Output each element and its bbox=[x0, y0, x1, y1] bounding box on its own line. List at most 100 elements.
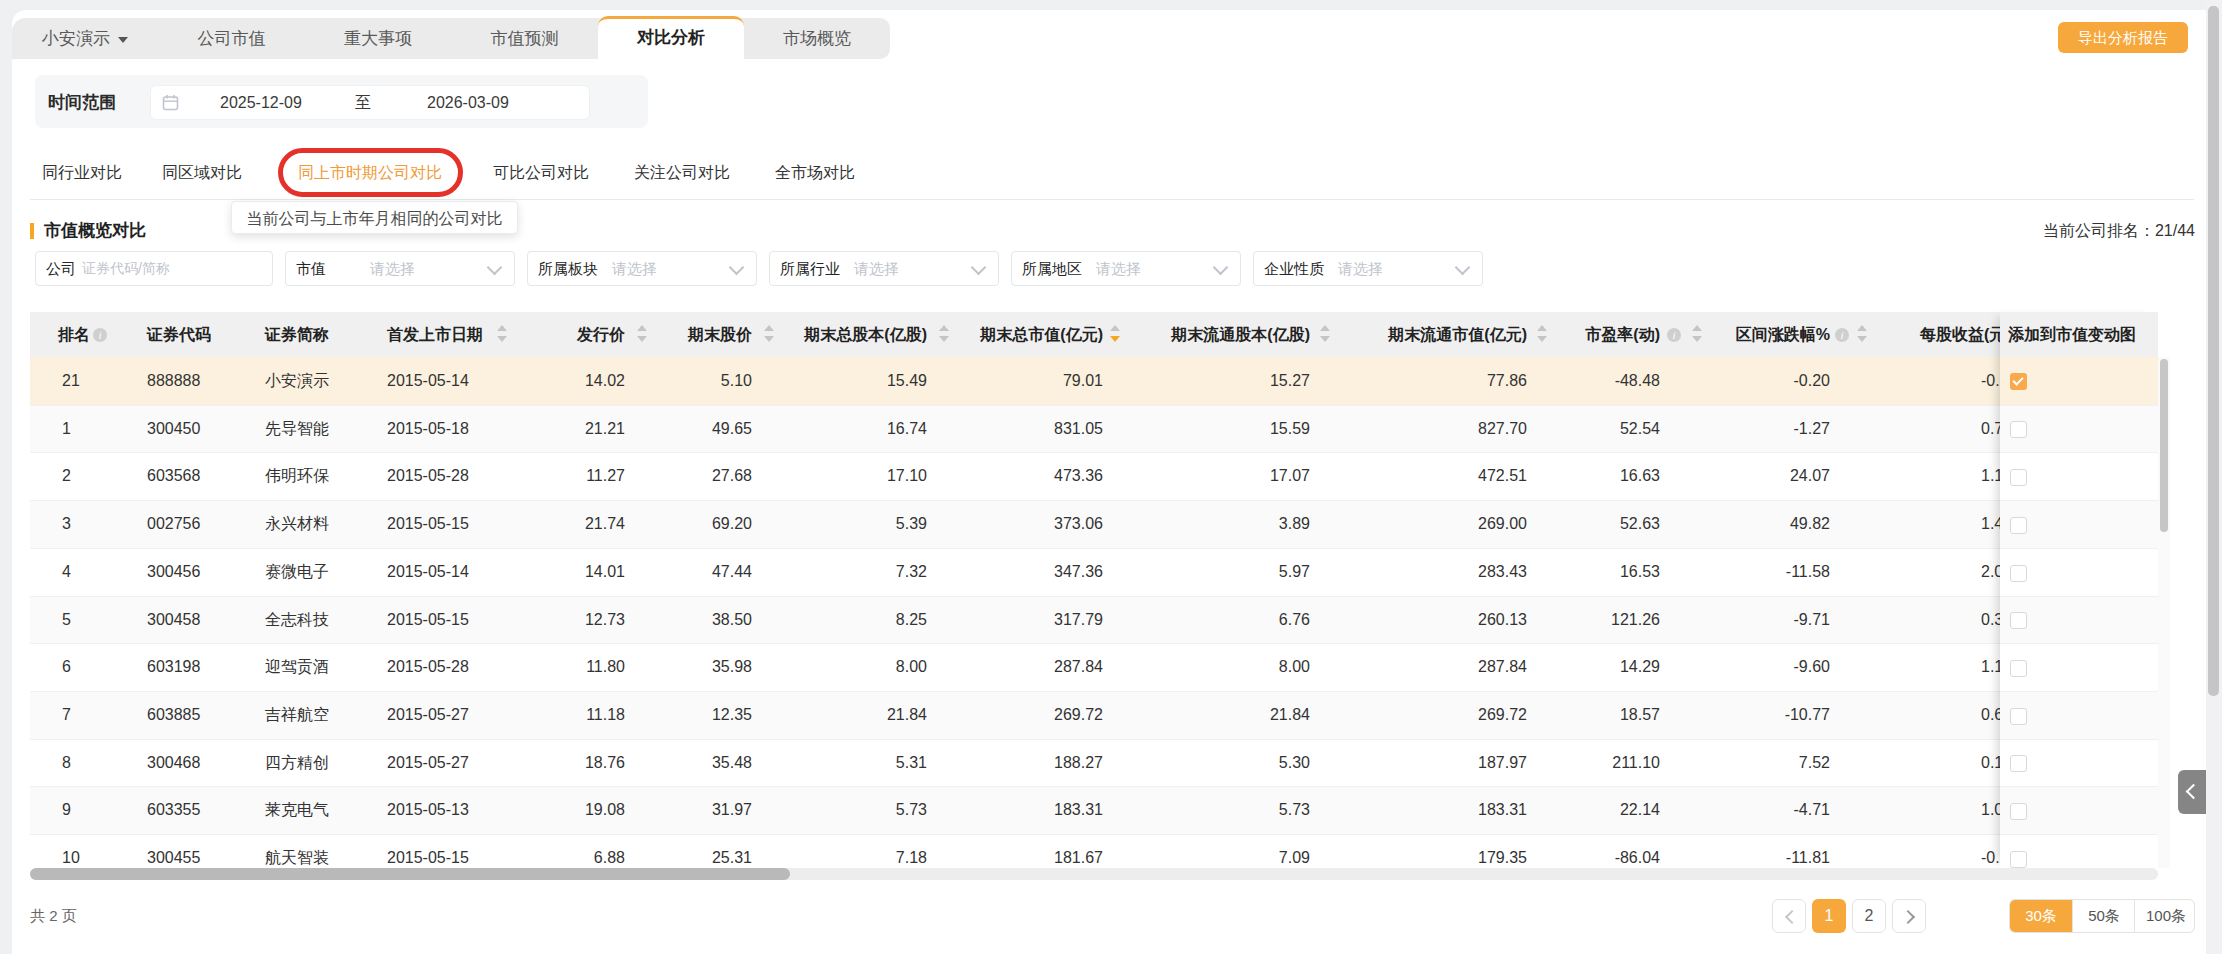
cell: 121.26 bbox=[1611, 596, 1660, 643]
comparison-analysis-page: 小安演示公司市值重大事项市值预测对比分析市场概览导出分析报告时间范围2025-1… bbox=[0, 0, 2222, 954]
cell: 0.1 bbox=[1981, 739, 2000, 786]
add-to-chart-checkbox[interactable] bbox=[2010, 708, 2027, 725]
sort-ascending-icon[interactable] bbox=[939, 325, 949, 331]
add-to-chart-checkbox[interactable] bbox=[2010, 517, 2027, 534]
fixed-cell bbox=[2000, 739, 2158, 786]
sort-descending-icon[interactable] bbox=[1537, 336, 1547, 342]
expand-panel-tab[interactable] bbox=[2178, 770, 2206, 814]
add-to-chart-checkbox[interactable] bbox=[2010, 755, 2027, 772]
cell: 5.30 bbox=[1279, 739, 1310, 786]
cell: 6 bbox=[62, 643, 71, 691]
cell: 603355 bbox=[147, 786, 200, 834]
add-to-chart-checkbox[interactable] bbox=[2010, 803, 2027, 820]
add-to-chart-checkbox-checked[interactable] bbox=[2010, 373, 2027, 390]
sort-ascending-icon[interactable] bbox=[764, 325, 774, 331]
cell: 1.1 bbox=[1981, 643, 2000, 691]
add-to-chart-checkbox[interactable] bbox=[2010, 612, 2027, 629]
fixed-cell bbox=[2000, 452, 2158, 500]
cell: -9.60 bbox=[1794, 643, 1830, 691]
fixed-column: 添加到市值变动图 bbox=[2000, 312, 2158, 868]
table-horizontal-scrollbar-thumb[interactable] bbox=[30, 868, 790, 880]
cell: 15.59 bbox=[1270, 405, 1310, 452]
fixed-cell bbox=[2000, 357, 2158, 405]
sort-descending-icon[interactable] bbox=[497, 336, 507, 342]
column-header-区间涨跌幅%[interactable]: 区间涨跌幅% bbox=[1736, 312, 1830, 357]
cell: 2.0 bbox=[1981, 548, 2000, 596]
previous-page-button[interactable] bbox=[1772, 899, 1806, 933]
cell: 269.72 bbox=[1478, 691, 1527, 739]
sort-descending-icon[interactable] bbox=[637, 336, 647, 342]
cell: 赛微电子 bbox=[265, 548, 329, 596]
add-to-chart-checkbox[interactable] bbox=[2010, 421, 2027, 438]
column-header-期末流通股本(亿股)[interactable]: 期末流通股本(亿股) bbox=[1171, 312, 1310, 357]
cell: 16.63 bbox=[1620, 452, 1660, 500]
export-report-button[interactable]: 导出分析报告 bbox=[2058, 22, 2188, 53]
cell: 5.10 bbox=[721, 357, 752, 405]
cell: -0.0 bbox=[1981, 357, 2000, 405]
sort-descending-icon[interactable] bbox=[1857, 336, 1867, 342]
page-size-100条[interactable]: 100条 bbox=[2134, 900, 2197, 932]
fixed-cell bbox=[2000, 500, 2158, 548]
sort-ascending-icon[interactable] bbox=[637, 325, 647, 331]
cell: 11.18 bbox=[586, 691, 625, 739]
sort-ascending-icon[interactable] bbox=[1320, 325, 1330, 331]
cell: 317.79 bbox=[1054, 596, 1103, 643]
next-page-button[interactable] bbox=[1892, 899, 1926, 933]
table-vertical-scrollbar-thumb[interactable] bbox=[2160, 359, 2168, 532]
sort-descending-icon[interactable] bbox=[1110, 336, 1120, 342]
sort-ascending-icon[interactable] bbox=[1110, 325, 1120, 331]
cell: 2015-05-15 bbox=[387, 596, 469, 643]
column-header-市盈率(动)[interactable]: 市盈率(动) bbox=[1585, 312, 1660, 357]
cell: -9.71 bbox=[1794, 596, 1830, 643]
cell: 21.21 bbox=[585, 405, 625, 452]
sort-descending-icon[interactable] bbox=[939, 336, 949, 342]
cell: 先导智能 bbox=[265, 405, 329, 452]
column-header-期末总股本(亿股)[interactable]: 期末总股本(亿股) bbox=[804, 312, 927, 357]
sort-descending-icon[interactable] bbox=[764, 336, 774, 342]
cell: -4.71 bbox=[1794, 786, 1830, 834]
fixed-cell bbox=[2000, 643, 2158, 691]
page-size-30条[interactable]: 30条 bbox=[2010, 900, 2072, 932]
cell: 603568 bbox=[147, 452, 200, 500]
cell: 11.27 bbox=[586, 452, 625, 500]
add-to-chart-checkbox[interactable] bbox=[2010, 565, 2027, 582]
current-company-rank: 当前公司排名：21/44 bbox=[2043, 215, 2195, 247]
column-header-添加到市值变动图: 添加到市值变动图 bbox=[2000, 312, 2158, 357]
cell: 莱克电气 bbox=[265, 786, 329, 834]
column-header-期末流通市值(亿元)[interactable]: 期末流通市值(亿元) bbox=[1388, 312, 1527, 357]
cell: 35.48 bbox=[712, 739, 752, 786]
sort-ascending-icon[interactable] bbox=[497, 325, 507, 331]
chevron-left-icon bbox=[1785, 910, 1799, 924]
cell: 21.84 bbox=[1270, 691, 1310, 739]
page-button-2[interactable]: 2 bbox=[1852, 899, 1886, 933]
cell: 827.70 bbox=[1478, 405, 1527, 452]
add-to-chart-checkbox[interactable] bbox=[2010, 469, 2027, 486]
add-to-chart-checkbox[interactable] bbox=[2010, 660, 2027, 677]
cell: 300456 bbox=[147, 548, 200, 596]
sort-descending-icon[interactable] bbox=[1320, 336, 1330, 342]
rank-value: 21/44 bbox=[2155, 222, 2195, 239]
cell: 8.00 bbox=[896, 643, 927, 691]
cell: 8 bbox=[62, 739, 71, 786]
cell: 14.02 bbox=[585, 357, 625, 405]
sort-ascending-icon[interactable] bbox=[1537, 325, 1547, 331]
cell: -10.77 bbox=[1785, 691, 1830, 739]
cell: 52.63 bbox=[1620, 500, 1660, 548]
cell: 伟明环保 bbox=[265, 452, 329, 500]
chevron-right-icon bbox=[1901, 910, 1915, 924]
cell: 7.32 bbox=[896, 548, 927, 596]
column-header-首发上市日期[interactable]: 首发上市日期 bbox=[387, 312, 483, 357]
cell: 11.80 bbox=[586, 643, 625, 691]
cell: 5.73 bbox=[1279, 786, 1310, 834]
column-header-期末股价[interactable]: 期末股价 bbox=[688, 312, 752, 357]
add-to-chart-checkbox[interactable] bbox=[2010, 851, 2027, 868]
cell: 19.08 bbox=[585, 786, 625, 834]
page-scrollbar-thumb[interactable] bbox=[2208, 6, 2219, 696]
page-button-1[interactable]: 1 bbox=[1812, 899, 1846, 933]
page-size-50条[interactable]: 50条 bbox=[2072, 900, 2135, 932]
sort-descending-icon[interactable] bbox=[1692, 336, 1702, 342]
sort-ascending-icon[interactable] bbox=[1857, 325, 1867, 331]
column-header-期末总市值(亿元)[interactable]: 期末总市值(亿元) bbox=[980, 312, 1103, 357]
column-header-发行价[interactable]: 发行价 bbox=[577, 312, 625, 357]
sort-ascending-icon[interactable] bbox=[1692, 325, 1702, 331]
